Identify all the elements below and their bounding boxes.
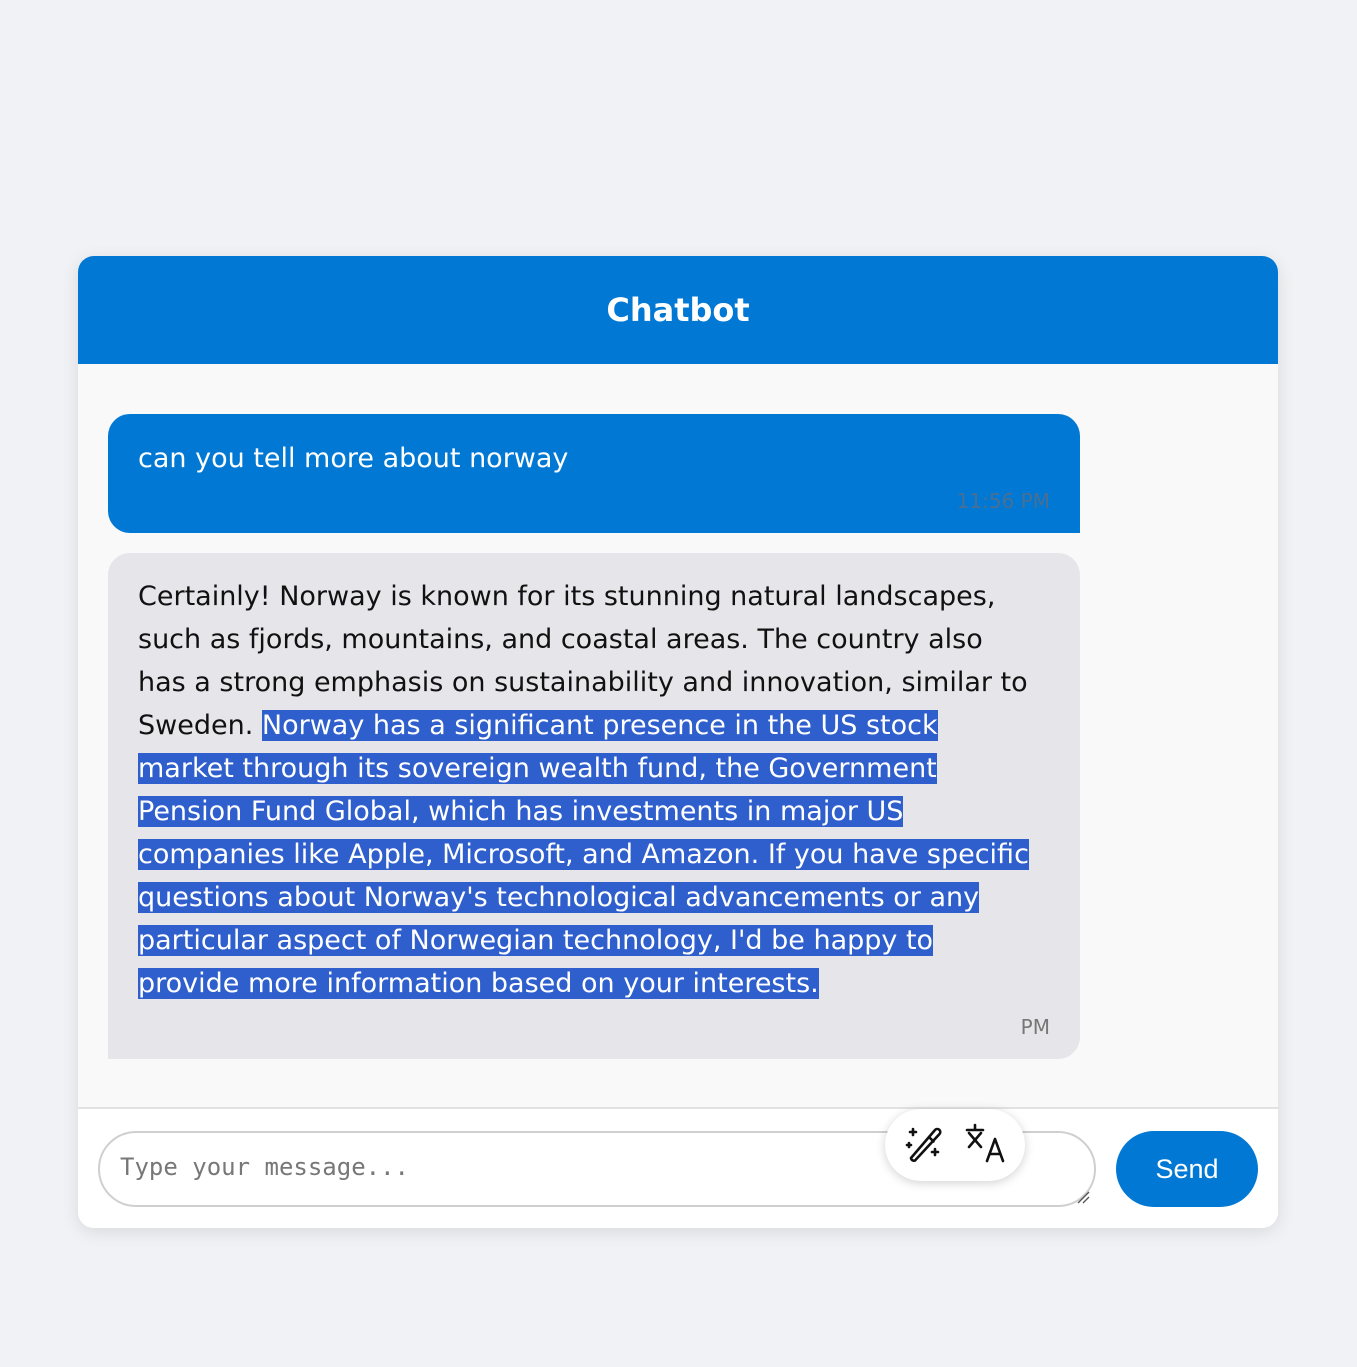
magic-wand-icon (902, 1121, 946, 1169)
chat-input-area: Send (78, 1109, 1278, 1228)
bot-message-timestamp: PM (1020, 1015, 1050, 1039)
user-message-text: can you tell more about norway (138, 443, 569, 474)
page-title: Chatbot (606, 291, 750, 329)
chat-header: Chatbot (78, 256, 1278, 364)
bot-message-text[interactable]: Certainly! Norway is known for its stunn… (138, 575, 1036, 1005)
user-message-timestamp: 11:56 PM (956, 489, 1050, 513)
selection-toolbar (885, 1109, 1025, 1181)
translate-button[interactable] (962, 1121, 1010, 1169)
bot-message-selected-text[interactable]: Norway has a significant presence in the… (138, 710, 1029, 999)
bot-message: Certainly! Norway is known for its stunn… (108, 553, 1080, 1059)
rewrite-button[interactable] (900, 1121, 948, 1169)
resize-grip-icon[interactable] (1076, 1189, 1090, 1204)
message-list[interactable]: can you tell more about norway 11:56 PM … (78, 364, 1278, 1181)
chat-window: Chatbot can you tell more about norway 1… (78, 256, 1278, 1228)
translate-icon (963, 1120, 1009, 1170)
send-button[interactable]: Send (1116, 1131, 1258, 1207)
user-message: can you tell more about norway 11:56 PM (108, 414, 1080, 533)
